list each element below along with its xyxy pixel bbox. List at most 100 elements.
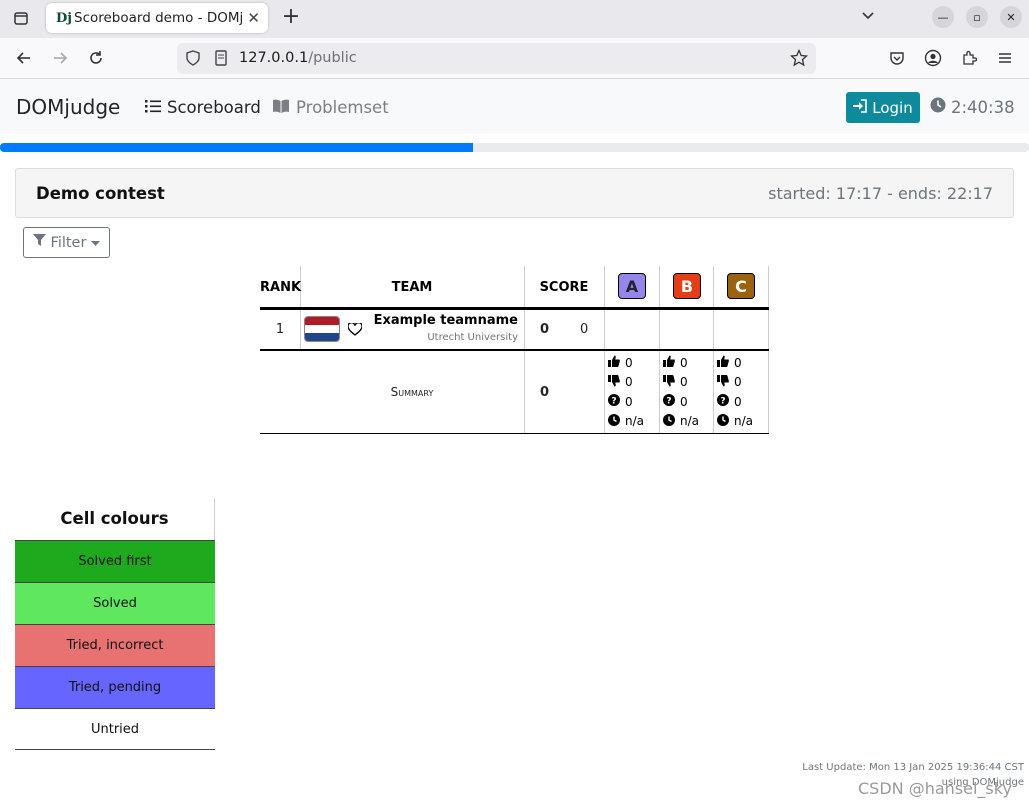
team-solved: 0 <box>540 322 550 337</box>
netherlands-flag-icon <box>304 316 340 342</box>
summary-incorrect-stat: 0 <box>663 374 688 390</box>
back-icon[interactable] <box>13 47 35 69</box>
thumbs-down-icon <box>663 374 675 390</box>
progress-fill <box>0 143 474 152</box>
tab-title: Scoreboard demo - DOMjudge <box>74 10 244 26</box>
summary-pending-stat: ? 0 <box>663 394 688 409</box>
account-icon[interactable] <box>922 47 944 69</box>
url-host: 127.0.0.1 <box>239 50 309 66</box>
question-circle-icon: ? <box>663 394 675 409</box>
header-divider <box>260 307 769 310</box>
summary-first-stat: n/a <box>663 413 700 429</box>
browser-tab-active[interactable]: Dj Scoreboard demo - DOMjudge ✕ <box>46 3 268 33</box>
thumbs-up-icon <box>717 355 729 370</box>
new-tab-icon[interactable]: + <box>280 4 302 29</box>
forward-icon[interactable] <box>49 47 71 69</box>
caret-down-icon <box>91 235 101 251</box>
contest-clock: 2:40:38 <box>930 97 1015 117</box>
summary-score: 0 <box>540 385 550 400</box>
page-info-icon[interactable] <box>213 50 229 70</box>
legend-tried-pending: Tried, pending <box>15 666 215 708</box>
watermark: CSDN @hansel_sky <box>858 779 1012 798</box>
summary-incorrect-stat: 0 <box>608 374 633 390</box>
maximize-icon[interactable]: ▫ <box>966 6 988 28</box>
minimize-icon[interactable]: — <box>932 6 954 28</box>
scoreboard-table: RANK TEAM SCORE A B C 1 Example teamname… <box>260 266 769 434</box>
favourite-heart-icon[interactable] <box>347 321 363 340</box>
login-label: Login <box>872 98 913 117</box>
reload-icon[interactable] <box>85 47 107 69</box>
summary-pending-stat: ? 0 <box>717 394 742 409</box>
summary-correct-value: 0 <box>625 355 633 370</box>
nav-problemset-label: Problemset <box>296 98 389 117</box>
clock-time: 2:40:38 <box>951 97 1015 117</box>
browser-tab-bar: Dj Scoreboard demo - DOMjudge ✕ + — ▫ ✕ <box>0 0 1029 38</box>
site-navbar: DOMjudge Scoreboard Problemset Login 2:4… <box>0 79 1029 134</box>
contest-header: Demo contest started: 17:17 - ends: 22:1… <box>15 168 1014 218</box>
browser-toolbar: 127.0.0.1/public <box>0 38 1029 79</box>
nav-scoreboard-label: Scoreboard <box>167 98 261 117</box>
bookmark-star-icon[interactable] <box>789 48 809 71</box>
problem-badge-b[interactable]: B <box>673 273 701 299</box>
nav-scoreboard[interactable]: Scoreboard <box>145 98 261 117</box>
summary-correct-stat: 0 <box>608 355 633 370</box>
summary-first-value: n/a <box>680 414 700 428</box>
summary-correct-stat: 0 <box>717 355 742 370</box>
filter-button[interactable]: Filter <box>23 227 110 258</box>
summary-pending-value: 0 <box>734 394 742 409</box>
thumbs-up-icon <box>608 355 620 370</box>
list-icon <box>145 98 161 117</box>
filter-label: Filter <box>50 234 87 251</box>
url-text: 127.0.0.1/public <box>239 50 357 66</box>
clock-icon <box>717 413 729 429</box>
summary-correct-value: 0 <box>734 355 742 370</box>
legend-untried: Untried <box>15 708 215 750</box>
legend-title: Cell colours <box>15 498 215 540</box>
login-button[interactable]: Login <box>846 92 920 123</box>
chevron-down-icon[interactable] <box>860 7 878 27</box>
legend-solved: Solved <box>15 582 215 624</box>
table-bottom-border <box>260 433 769 434</box>
summary-pending-stat: ? 0 <box>608 394 633 409</box>
summary-first-value: n/a <box>625 414 645 428</box>
tab-list-icon[interactable] <box>8 6 34 30</box>
svg-text:?: ? <box>611 397 616 407</box>
legend-tried-incorrect: Tried, incorrect <box>15 624 215 666</box>
team-penalty: 0 <box>580 322 589 337</box>
sign-in-icon <box>853 98 868 117</box>
nav-problemset[interactable]: Problemset <box>272 98 389 117</box>
problem-badge-c[interactable]: C <box>727 273 755 299</box>
header-score: SCORE <box>539 280 589 295</box>
team-rank: 1 <box>275 322 285 337</box>
problem-badge-a[interactable]: A <box>618 273 646 299</box>
menu-icon[interactable] <box>994 47 1016 69</box>
shield-icon[interactable] <box>185 50 201 70</box>
pocket-icon[interactable] <box>886 47 908 69</box>
summary-correct-value: 0 <box>680 355 688 370</box>
summary-incorrect-value: 0 <box>734 375 742 389</box>
legend-solved-first: Solved first <box>15 540 215 582</box>
summary-pending-value: 0 <box>625 394 633 409</box>
svg-text:?: ? <box>720 397 725 407</box>
cell-colours-legend: Cell colours Solved first Solved Tried, … <box>15 498 215 750</box>
row-divider <box>260 349 769 351</box>
close-window-icon[interactable]: ✕ <box>1000 6 1022 28</box>
book-icon <box>272 98 290 117</box>
summary-incorrect-value: 0 <box>625 375 633 389</box>
summary-incorrect-stat: 0 <box>717 374 742 390</box>
clock-icon <box>608 413 620 429</box>
contest-progress-bar <box>0 143 1029 152</box>
extensions-icon[interactable] <box>958 47 980 69</box>
brand-link[interactable]: DOMjudge <box>16 95 120 119</box>
close-tab-icon[interactable]: ✕ <box>247 9 260 27</box>
summary-pending-value: 0 <box>680 394 688 409</box>
team-name[interactable]: Example teamname <box>368 313 518 328</box>
filter-icon <box>32 234 46 251</box>
contest-times: started: 17:17 - ends: 22:17 <box>768 184 993 203</box>
contest-name: Demo contest <box>36 184 165 203</box>
clock-icon <box>930 97 946 117</box>
url-bar[interactable]: 127.0.0.1/public <box>177 43 816 74</box>
question-circle-icon: ? <box>608 394 620 409</box>
clock-icon <box>663 413 675 429</box>
team-affiliation: Utrecht University <box>427 332 518 343</box>
